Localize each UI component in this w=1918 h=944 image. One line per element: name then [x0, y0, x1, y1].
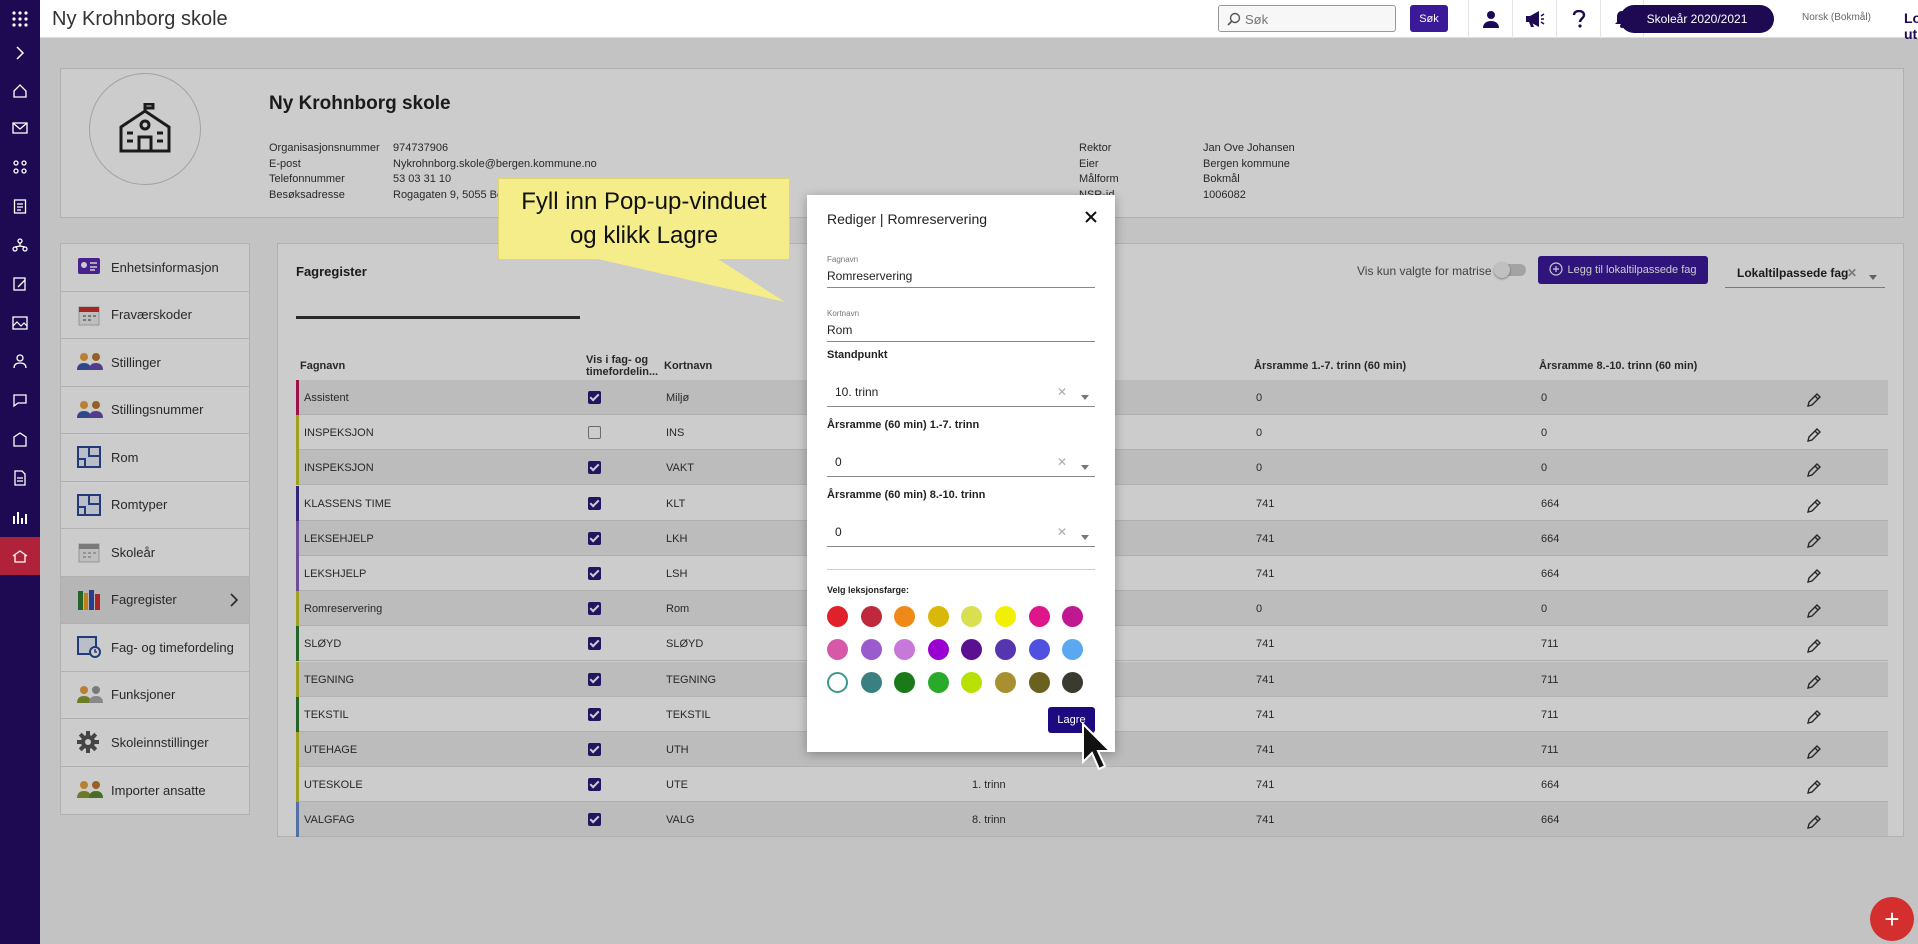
kortnavn-label: Kortnavn	[827, 309, 860, 318]
color-swatch[interactable]	[860, 606, 882, 627]
network-icon[interactable]	[0, 226, 40, 264]
standpunkt-label: Standpunkt	[827, 349, 888, 361]
color-swatch[interactable]	[961, 672, 983, 693]
arsramme-8-10-select[interactable]: 0 ✕	[827, 515, 1095, 547]
color-swatch[interactable]	[1062, 672, 1084, 693]
profile-icon[interactable]	[1468, 0, 1512, 38]
arsramme-1-7-label: Årsramme (60 min) 1.-7. trinn	[827, 419, 980, 431]
color-swatch[interactable]	[1062, 639, 1084, 660]
dropdown-arrow-icon[interactable]	[1081, 459, 1089, 473]
groups-icon[interactable]	[0, 148, 40, 186]
color-swatch[interactable]	[995, 606, 1016, 627]
help-icon[interactable]	[1556, 0, 1600, 38]
document-icon[interactable]	[0, 459, 40, 497]
search-field[interactable]	[1218, 5, 1396, 32]
instruction-callout: Fyll inn Pop-up-vinduet og klikk Lagre	[498, 178, 790, 260]
color-swatch[interactable]	[827, 639, 848, 660]
megaphone-icon[interactable]	[1512, 0, 1556, 38]
edit-doc-icon[interactable]	[0, 265, 40, 303]
color-swatch[interactable]	[827, 606, 848, 627]
mouse-cursor-icon	[1082, 722, 1110, 771]
color-swatch[interactable]	[860, 639, 882, 660]
color-swatch[interactable]	[961, 639, 983, 660]
color-picker-label: Velg leksjonsfarge:	[827, 585, 910, 595]
dialog-title: Rediger | Romreservering	[827, 211, 988, 227]
dialog-divider	[827, 569, 1095, 570]
clear-icon[interactable]: ✕	[1057, 455, 1067, 469]
clear-icon[interactable]: ✕	[1057, 525, 1067, 539]
mail-icon[interactable]	[0, 109, 40, 147]
fagnavn-field[interactable]: Romreservering	[827, 269, 1095, 288]
color-swatch[interactable]	[927, 672, 949, 693]
arsramme-8-10-label: Årsramme (60 min) 8.-10. trinn	[827, 489, 986, 501]
top-bar: Ny Krohnborg skole Søk Skoleår 2020/2021…	[40, 0, 1918, 42]
expand-chevron-icon[interactable]	[0, 34, 40, 72]
search-icon	[1227, 12, 1241, 26]
color-swatch[interactable]	[894, 639, 916, 660]
color-swatch[interactable]	[995, 639, 1016, 660]
callout-pointer	[598, 259, 785, 302]
clipboard-icon[interactable]	[0, 187, 40, 225]
search-input[interactable]	[1245, 9, 1385, 29]
color-swatch[interactable]	[927, 639, 949, 660]
person-icon[interactable]	[0, 342, 40, 380]
color-swatch[interactable]	[1062, 606, 1084, 627]
left-rail	[0, 0, 40, 944]
color-swatch[interactable]	[995, 672, 1016, 693]
clear-icon[interactable]: ✕	[1057, 385, 1067, 399]
add-fab-button[interactable]: +	[1870, 897, 1914, 941]
color-swatch[interactable]	[894, 672, 916, 693]
home-icon[interactable]	[0, 72, 40, 110]
image-icon[interactable]	[0, 304, 40, 342]
chat-icon[interactable]	[0, 381, 40, 419]
language-selector[interactable]: Norsk (Bokmål)	[1802, 12, 1871, 23]
color-swatch[interactable]	[860, 672, 882, 693]
bar-chart-icon[interactable]	[0, 498, 40, 536]
color-swatch[interactable]	[961, 606, 983, 627]
color-swatch[interactable]	[1028, 639, 1050, 660]
color-swatch[interactable]	[1028, 606, 1050, 627]
edit-subject-dialog: Rediger | Romreservering Fagnavn Romrese…	[807, 195, 1115, 752]
dropdown-arrow-icon[interactable]	[1081, 389, 1089, 403]
school-year-button[interactable]: Skoleår 2020/2021	[1620, 5, 1774, 33]
color-swatch[interactable]	[827, 672, 848, 693]
standpunkt-select[interactable]: 10. trinn ✕	[827, 375, 1095, 407]
kortnavn-field[interactable]: Rom	[827, 323, 1095, 342]
color-swatch[interactable]	[1028, 672, 1050, 693]
search-button[interactable]: Søk	[1410, 5, 1448, 32]
color-swatch[interactable]	[894, 606, 916, 627]
school-admin-icon[interactable]	[0, 537, 40, 575]
color-swatch[interactable]	[927, 606, 949, 627]
building-icon[interactable]	[0, 420, 40, 458]
app-title: Ny Krohnborg skole	[52, 8, 228, 30]
fagnavn-label: Fagnavn	[827, 255, 859, 264]
close-icon[interactable]	[1081, 207, 1101, 227]
arsramme-1-7-select[interactable]: 0 ✕	[827, 445, 1095, 477]
dropdown-arrow-icon[interactable]	[1081, 529, 1089, 543]
apps-grid-icon[interactable]	[0, 0, 40, 38]
